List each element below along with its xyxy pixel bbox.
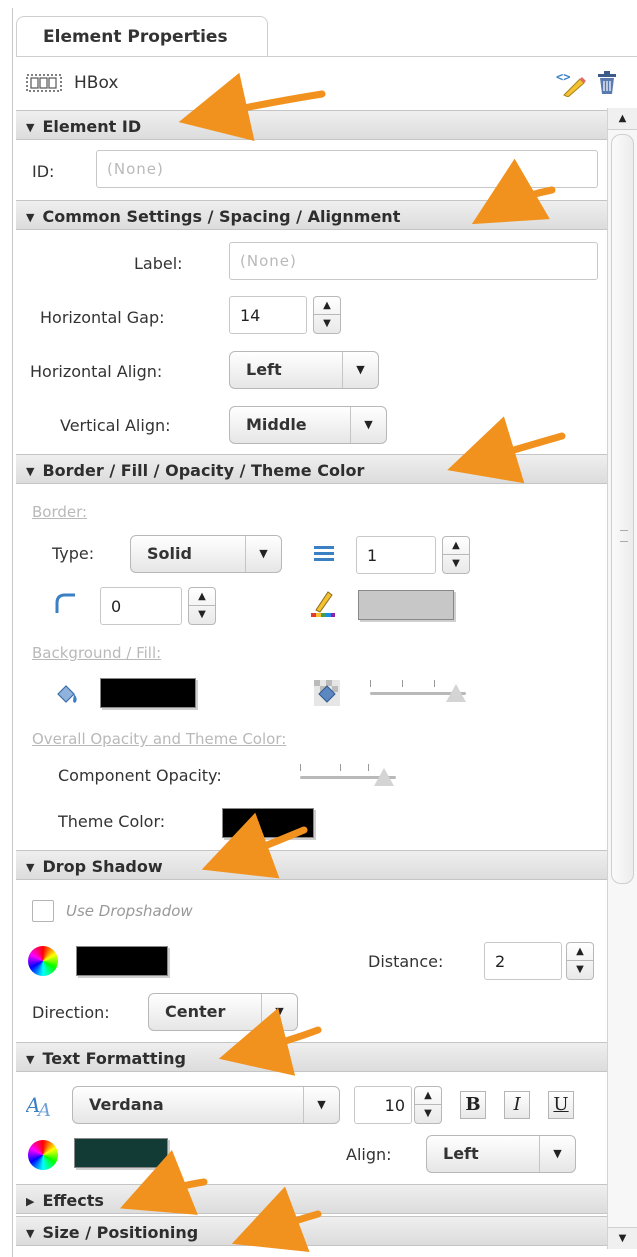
section-element-id[interactable]: ▼ Element ID (16, 110, 607, 140)
stepper-up-icon[interactable]: ▲ (443, 537, 469, 555)
distance-stepper[interactable]: ▲ ▼ (566, 942, 594, 980)
stepper-up-icon[interactable]: ▲ (567, 943, 593, 961)
horizontal-gap-stepper[interactable]: ▲ ▼ (313, 296, 341, 334)
horizontal-align-dropdown[interactable]: Left ▼ (229, 351, 379, 389)
section-effects[interactable]: ▶ Effects (16, 1184, 607, 1214)
slider-thumb-icon[interactable] (374, 768, 394, 786)
chevron-down-icon: ▼ (342, 352, 378, 388)
id-label: ID: (32, 162, 55, 181)
stepper-down-icon[interactable]: ▼ (314, 315, 340, 333)
underline-button[interactable]: U (548, 1091, 574, 1119)
font-size-input[interactable]: 10 (354, 1086, 412, 1124)
id-input[interactable]: (None) (96, 150, 598, 188)
border-heading: Border: (32, 503, 88, 521)
section-common-settings[interactable]: ▼ Common Settings / Spacing / Alignment (16, 200, 607, 230)
collapse-triangle-icon: ▼ (26, 1053, 35, 1066)
component-opacity-slider[interactable] (300, 762, 396, 786)
text-align-label: Align: (346, 1145, 392, 1164)
tab-element-properties[interactable]: Element Properties (16, 16, 268, 56)
vertical-align-dropdown[interactable]: Middle ▼ (229, 406, 387, 444)
toolbar: HBox <> (16, 56, 637, 108)
section-size-positioning[interactable]: ▼ Size / Positioning (16, 1216, 607, 1246)
border-color-swatch[interactable] (358, 590, 454, 620)
text-align-dropdown[interactable]: Left ▼ (426, 1135, 576, 1173)
use-dropshadow-checkbox[interactable] (32, 900, 54, 922)
horizontal-gap-input[interactable]: 14 (229, 296, 307, 334)
section-border-fill[interactable]: ▼ Border / Fill / Opacity / Theme Color (16, 454, 607, 484)
corner-radius-icon (54, 592, 76, 618)
chevron-down-icon: ▼ (303, 1087, 339, 1123)
scroll-up-icon[interactable]: ▲ (608, 108, 637, 130)
fill-color-swatch[interactable] (100, 678, 196, 708)
theme-color-label: Theme Color: (58, 812, 166, 831)
section-drop-shadow[interactable]: ▼ Drop Shadow (16, 850, 607, 880)
properties-scroll-area: ▼ Element ID ID: (None) ▼ Common Settings … (16, 108, 607, 1249)
font-family-dropdown[interactable]: Verdana ▼ (72, 1086, 340, 1124)
direction-dropdown[interactable]: Center ▼ (148, 993, 298, 1031)
collapse-triangle-icon: ▼ (26, 1227, 35, 1240)
border-color-icon (310, 588, 336, 622)
horizontal-align-label: Horizontal Align: (30, 362, 163, 381)
scroll-down-icon[interactable]: ▼ (608, 1227, 637, 1249)
hbox-icon (26, 73, 62, 97)
chevron-down-icon: ▼ (245, 536, 281, 572)
border-weight-icon (314, 546, 334, 566)
component-opacity-label: Component Opacity: (58, 766, 222, 785)
theme-color-swatch[interactable] (222, 808, 314, 838)
collapse-triangle-icon: ▼ (26, 861, 35, 874)
edit-code-icon[interactable]: <> (554, 69, 588, 101)
label-field-label: Label: (134, 254, 183, 273)
element-type-label: HBox (74, 73, 119, 93)
direction-label: Direction: (32, 1003, 110, 1022)
shadow-color-swatch[interactable] (76, 946, 168, 976)
text-color-wheel-icon[interactable] (28, 1140, 58, 1170)
scrollbar-thumb[interactable] (611, 134, 634, 884)
grip-icon (620, 530, 628, 542)
font-icon: AA (24, 1092, 58, 1122)
trash-icon[interactable] (596, 71, 618, 99)
vertical-scrollbar[interactable]: ▲ ▼ (607, 108, 637, 1249)
fill-alpha-slider[interactable] (370, 678, 466, 702)
shadow-color-wheel-icon[interactable] (28, 946, 58, 976)
opacity-heading: Overall Opacity and Theme Color: (32, 730, 287, 748)
svg-text:<>: <> (556, 70, 570, 84)
slider-thumb-icon[interactable] (446, 684, 466, 702)
stepper-up-icon[interactable]: ▲ (314, 297, 340, 315)
stepper-down-icon[interactable]: ▼ (443, 555, 469, 573)
font-size-stepper[interactable]: ▲ ▼ (414, 1086, 442, 1124)
stepper-up-icon[interactable]: ▲ (415, 1087, 441, 1105)
border-weight-input[interactable]: 1 (356, 536, 436, 574)
collapse-triangle-icon: ▼ (26, 121, 35, 134)
fill-heading: Background / Fill: (32, 644, 162, 662)
border-type-label: Type: (52, 544, 95, 563)
label-input[interactable]: (None) (229, 242, 598, 280)
stepper-down-icon[interactable]: ▼ (415, 1105, 441, 1123)
chevron-down-icon: ▼ (539, 1136, 575, 1172)
vertical-align-label: Vertical Align: (60, 416, 171, 435)
svg-text:A: A (36, 1100, 51, 1118)
distance-label: Distance: (368, 952, 444, 971)
collapse-triangle-icon: ▼ (26, 465, 35, 478)
chevron-down-icon: ▼ (350, 407, 386, 443)
stepper-down-icon[interactable]: ▼ (189, 606, 215, 624)
use-dropshadow-label: Use Dropshadow (66, 902, 193, 920)
distance-input[interactable]: 2 (484, 942, 562, 980)
paint-bucket-icon (54, 682, 80, 710)
border-weight-stepper[interactable]: ▲ ▼ (442, 536, 470, 574)
italic-button[interactable]: I (504, 1091, 530, 1119)
stepper-down-icon[interactable]: ▼ (567, 961, 593, 979)
section-text-formatting[interactable]: ▼ Text Formatting (16, 1042, 607, 1072)
expand-triangle-icon: ▶ (26, 1195, 35, 1208)
chevron-down-icon: ▼ (261, 994, 297, 1030)
collapse-triangle-icon: ▼ (26, 211, 35, 224)
border-type-dropdown[interactable]: Solid ▼ (130, 535, 282, 573)
corner-radius-stepper[interactable]: ▲ ▼ (188, 587, 216, 625)
fill-alpha-icon (314, 680, 340, 710)
text-color-swatch[interactable] (74, 1138, 168, 1168)
corner-radius-input[interactable]: 0 (100, 587, 182, 625)
stepper-up-icon[interactable]: ▲ (189, 588, 215, 606)
bold-button[interactable]: B (460, 1091, 486, 1119)
horizontal-gap-label: Horizontal Gap: (40, 308, 165, 327)
